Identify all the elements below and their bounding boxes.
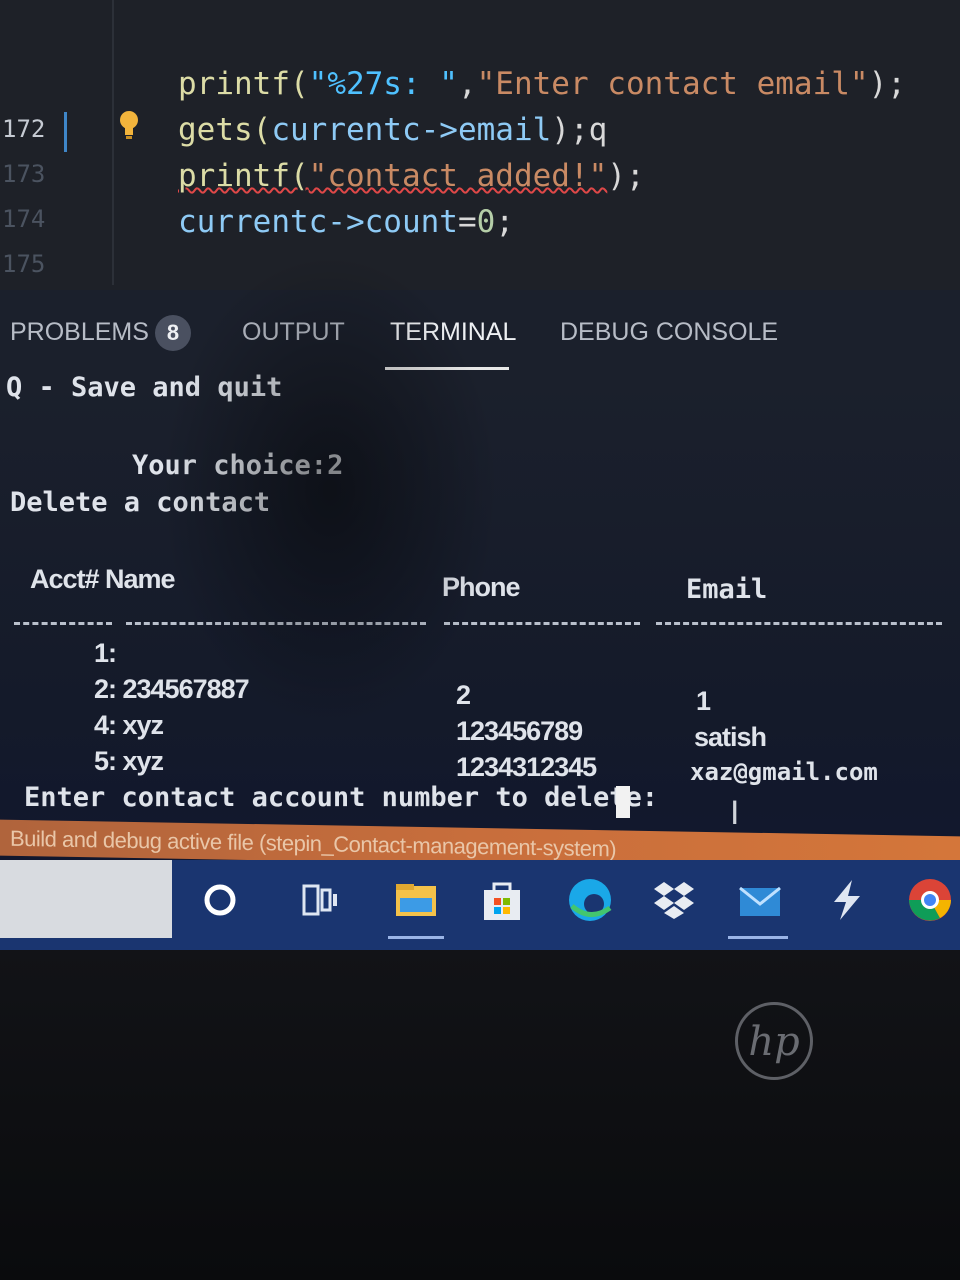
code-line: printf("contact added!"); [178, 158, 645, 194]
table-row-phone: 1234312345 [456, 752, 597, 782]
code-line: printf("%27s: ","Enter contact email"); [178, 66, 906, 102]
mail-icon[interactable] [736, 876, 784, 924]
active-app-indicator [388, 936, 444, 939]
code-token: 0 [476, 204, 496, 240]
table-row-email: satish [694, 722, 767, 752]
lightbulb-icon[interactable] [118, 110, 140, 140]
table-row-acct-name: 1: [94, 638, 117, 668]
code-line: currentc->count=0; [178, 204, 514, 240]
terminal-cursor[interactable] [616, 786, 630, 818]
line-number: 172 [2, 115, 46, 143]
terminal-heading: Delete a contact [10, 487, 271, 518]
code-token: printf( [178, 158, 309, 194]
line-number: 174 [2, 205, 46, 233]
code-token: ; [495, 204, 514, 240]
table-row-phone: 123456789 [456, 716, 583, 746]
code-token: "%27s: " [308, 66, 458, 102]
code-editor[interactable]: 172 173 174 175 printf("%27s: ","Enter c… [0, 0, 960, 290]
table-row-email: 1 [696, 686, 711, 716]
tab-output[interactable]: OUTPUT [242, 318, 345, 347]
table-row-phone: 2 [456, 680, 471, 710]
table-row-acct-name: 2: 234567887 [94, 674, 250, 704]
header-divider [14, 622, 112, 625]
tab-terminal[interactable]: TERMINAL [390, 318, 516, 347]
code-token: currentc->count [178, 204, 458, 240]
code-token: "contact added!" [308, 158, 608, 194]
hp-logo: hp [735, 1002, 813, 1080]
current-line-indicator [64, 112, 67, 152]
header-divider [656, 622, 942, 625]
column-header-phone: Phone [442, 572, 521, 602]
code-token: ); [868, 66, 906, 102]
laptop-bezel: hp [0, 950, 960, 1280]
table-row-acct-name: 5: xyz [94, 746, 164, 776]
problems-count-badge: 8 [155, 315, 191, 351]
windows-taskbar [0, 860, 960, 950]
code-token: = [457, 204, 477, 240]
line-number: 175 [2, 250, 46, 278]
code-token: currentc->email [271, 112, 552, 148]
status-bar-task[interactable]: Build and debug active file (stepin_Cont… [10, 826, 616, 863]
line-number: 173 [2, 160, 46, 188]
active-app-indicator [728, 936, 788, 939]
code-token: ); [607, 158, 645, 194]
text-cursor-icon: I [730, 794, 740, 832]
vscode-icon[interactable] [822, 876, 870, 924]
column-header-email: Email [686, 574, 768, 605]
monitor-screen: 172 173 174 175 printf("%27s: ","Enter c… [0, 0, 960, 950]
dropbox-icon[interactable] [650, 876, 698, 924]
table-row-acct-name: 4: xyz [94, 710, 164, 740]
column-header-acct-name: Acct# Name [30, 564, 176, 594]
search-circle-icon[interactable] [196, 876, 244, 924]
code-line: gets(currentc->email);q [178, 112, 607, 148]
tab-problems[interactable]: PROBLEMS [10, 318, 149, 347]
file-explorer-icon[interactable] [392, 876, 440, 924]
terminal-menu-item: Q - Save and quit [6, 372, 283, 403]
terminal-input-prompt: Enter contact account number to delete: [24, 782, 658, 813]
gutter-divider [112, 0, 114, 285]
taskbar-search-box[interactable] [0, 860, 172, 938]
code-token: );q [551, 112, 608, 148]
panel-tabs: PROBLEMS 8 OUTPUT TERMINAL DEBUG CONSOLE [0, 300, 960, 370]
terminal-choice-prompt: Your choice:2 [132, 450, 344, 481]
chrome-icon[interactable] [906, 876, 954, 924]
code-token: , [457, 66, 477, 102]
active-tab-underline [385, 367, 509, 370]
store-icon[interactable] [478, 876, 526, 924]
code-token: gets( [178, 112, 272, 148]
table-row-email: xaz@gmail.com [690, 758, 878, 786]
header-divider [126, 622, 426, 625]
task-view-icon[interactable] [296, 876, 344, 924]
header-divider [444, 622, 640, 625]
tab-debug-console[interactable]: DEBUG CONSOLE [560, 318, 778, 347]
edge-icon[interactable] [566, 876, 614, 924]
code-token: "Enter contact email" [476, 66, 869, 102]
code-token: printf( [178, 66, 309, 102]
